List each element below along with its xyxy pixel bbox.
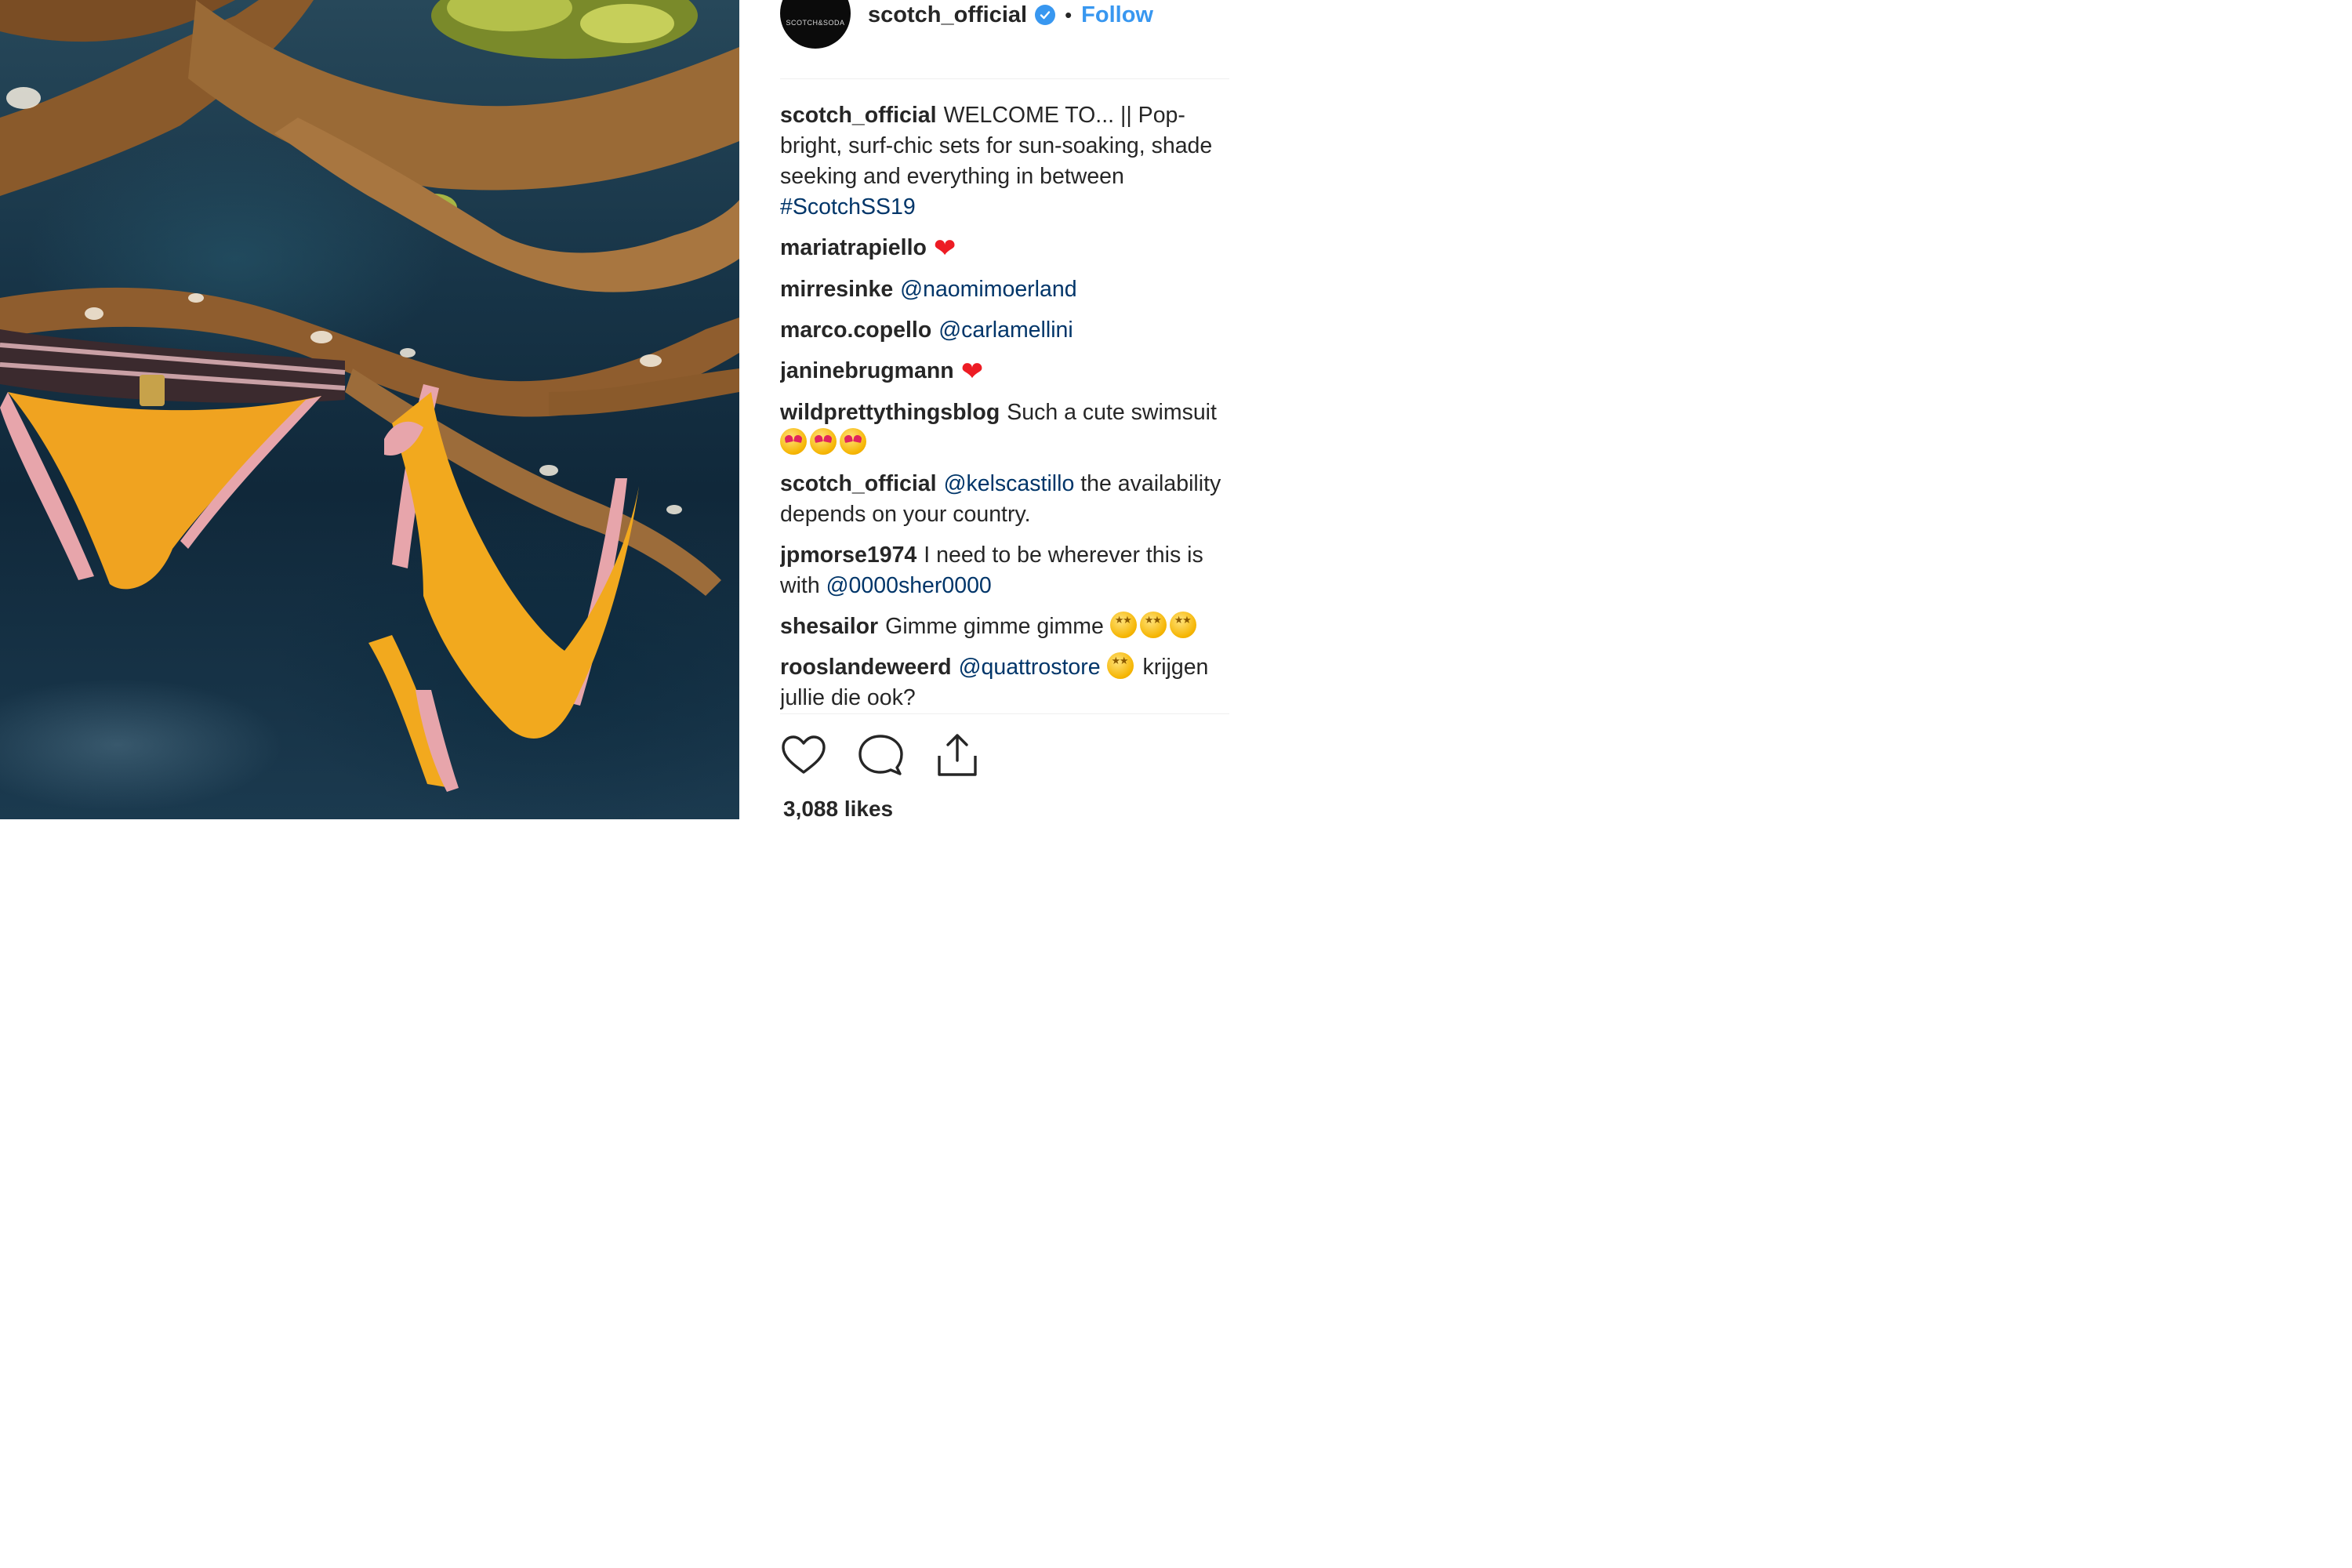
comment-mention-link[interactable]: @quattrostore — [959, 655, 1101, 680]
comment-item: wildprettythingsblog Such a cute swimsuit — [780, 397, 1243, 459]
comment-username[interactable]: marco.copello — [780, 318, 931, 343]
star-struck-emoji-icon — [1139, 612, 1167, 638]
comment-username[interactable]: shesailor — [780, 614, 878, 639]
post-side-panel: SCOTCH&SODA scotch_official • Follow sco… — [739, 0, 1229, 822]
like-button[interactable] — [780, 731, 827, 779]
comment-username[interactable]: mirresinke — [780, 277, 893, 302]
header-divider — [780, 78, 1229, 79]
comment-mention-link[interactable]: @carlamellini — [938, 318, 1073, 343]
heart-eyes-emoji-icon — [810, 428, 837, 455]
star-struck-emoji-icon — [1106, 652, 1134, 679]
comment-username[interactable]: scotch_official — [780, 471, 937, 496]
verified-badge-icon — [1035, 5, 1056, 25]
star-struck-emoji-icon — [1109, 612, 1137, 638]
comment-hashtag-link[interactable]: #ScotchSS19 — [780, 194, 916, 220]
actions-divider — [780, 713, 1229, 714]
comment-item: jpmorse1974 I need to be wherever this is… — [780, 540, 1243, 601]
comment-item: marco.copello @carlamellini — [780, 315, 1243, 346]
comment-item: scotch_official WELCOME TO... || Pop-brig… — [780, 100, 1243, 223]
post-photo[interactable] — [0, 0, 739, 819]
post-header: scotch_official • Follow — [868, 0, 1153, 30]
comment-mention-link[interactable]: @kelscastillo — [944, 471, 1075, 496]
share-button[interactable] — [934, 731, 981, 779]
comment-text: Gimme gimme gimme — [885, 614, 1110, 639]
comments-list[interactable]: scotch_official WELCOME TO... || Pop-brig… — [780, 100, 1243, 712]
comment-mention-link[interactable]: @0000sher0000 — [826, 573, 992, 598]
red-heart-icon: ❤ — [933, 234, 956, 263]
comment-item: mariatrapiello ❤ — [780, 233, 1243, 264]
red-heart-icon: ❤ — [960, 357, 984, 387]
action-bar — [780, 731, 981, 779]
comment-bubble-icon — [858, 735, 903, 775]
avatar-logo-text: SCOTCH&SODA — [786, 19, 845, 27]
comment-text: Such a cute swimsuit — [1007, 400, 1217, 425]
header-separator: • — [1065, 2, 1073, 27]
comment-item: mirresinke @naomimoerland — [780, 274, 1243, 305]
follow-button[interactable]: Follow — [1081, 2, 1153, 28]
comment-item: shesailor Gimme gimme gimme — [780, 612, 1243, 642]
bikini-top — [368, 384, 639, 792]
comment-username[interactable]: janinebrugmann — [780, 358, 954, 383]
comment-mention-link[interactable]: @naomimoerland — [900, 277, 1076, 302]
comment-text — [1101, 655, 1107, 680]
star-struck-emoji-icon — [1169, 612, 1196, 638]
heart-outline-icon — [782, 735, 826, 774]
comment-item: janinebrugmann ❤ — [780, 356, 1243, 387]
heart-eyes-emoji-icon — [780, 428, 807, 455]
share-upload-icon — [938, 734, 977, 776]
likes-count[interactable]: 3,088 likes — [783, 797, 893, 822]
bikini-bottom — [0, 329, 346, 590]
comment-username[interactable]: wildprettythingsblog — [780, 400, 1000, 425]
profile-avatar[interactable]: SCOTCH&SODA — [780, 0, 851, 49]
comment-item: rooslandeweerd@quattrostore krijgen jull… — [780, 652, 1243, 712]
photo-illustration — [0, 0, 739, 792]
comment-username[interactable]: mariatrapiello — [780, 235, 927, 260]
comment-username[interactable]: rooslandeweerd — [780, 655, 952, 680]
heart-eyes-emoji-icon — [840, 428, 866, 455]
comment-username[interactable]: scotch_official — [780, 103, 937, 128]
comment-button[interactable] — [857, 731, 904, 779]
comment-username[interactable]: jpmorse1974 — [780, 543, 916, 568]
header-username[interactable]: scotch_official — [868, 2, 1027, 28]
comment-item: scotch_official @kelscastillo the availab… — [780, 469, 1243, 530]
